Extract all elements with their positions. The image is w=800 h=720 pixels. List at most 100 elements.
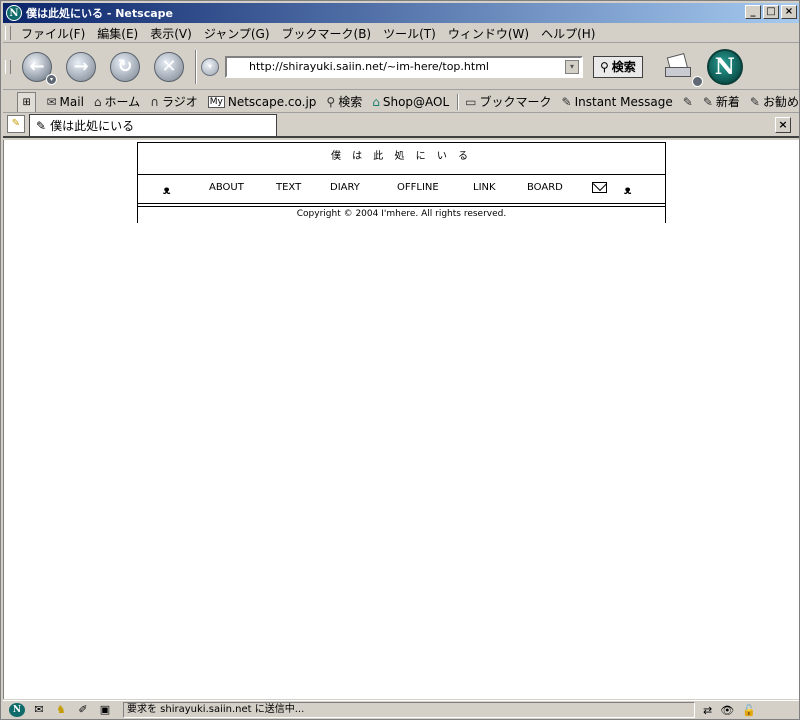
site-frame: 僕 は 此 処 に い る ᴥ ABOUT TEXT DIARY OFFLINE…: [137, 142, 666, 223]
bookmark-folder-icon: ▭: [465, 94, 477, 109]
back-dropdown-icon[interactable]: ▾: [46, 73, 57, 85]
title-bar: N 僕は此処にいる - Netscape _ □ ×: [3, 3, 799, 23]
url-bar[interactable]: ▾: [225, 55, 583, 78]
bat-icon: ᴥ: [624, 183, 632, 197]
toolbar-grip[interactable]: [5, 59, 11, 74]
radio-icon: ∩: [150, 94, 159, 109]
print-button[interactable]: [664, 52, 703, 87]
close-button[interactable]: ×: [781, 5, 797, 19]
browser-window: N 僕は此処にいる - Netscape _ □ × ファイル(F) 編集(E)…: [0, 0, 800, 720]
reload-icon: ↻: [117, 56, 133, 77]
personal-toolbar: ⊞ ✉ Mail ⌂ ホーム ∩ ラジオ My Netscape.co.jp ⚲…: [3, 91, 799, 113]
pers-item-label: 検索: [338, 95, 363, 109]
nav-offline[interactable]: OFFLINE: [397, 182, 439, 193]
link-icon: ✎: [682, 94, 693, 109]
forward-button[interactable]: →: [66, 51, 96, 82]
forward-arrow-icon: →: [73, 56, 89, 77]
mail-icon: ✉: [46, 94, 57, 109]
toolbar-grip[interactable]: [5, 26, 11, 40]
menu-go[interactable]: ジャンプ(G): [198, 25, 276, 42]
netscape-status-icon[interactable]: N: [9, 703, 25, 717]
close-tab-button[interactable]: ×: [775, 117, 791, 133]
pers-item-label: Mail: [59, 94, 84, 109]
back-arrow-icon: ←: [29, 56, 45, 77]
back-button[interactable]: ← ▾: [22, 51, 57, 85]
pers-item-recommend[interactable]: ✎ お勧め: [750, 93, 799, 110]
link-icon: ✎: [702, 94, 713, 109]
pers-item-label: ブックマーク: [479, 95, 552, 109]
netscape-icon: N: [6, 5, 22, 21]
address-book-icon[interactable]: ▣: [97, 703, 113, 717]
online-status-icon[interactable]: ⇄: [703, 704, 712, 717]
history-dropdown-icon[interactable]: ▾: [201, 57, 219, 76]
menu-bookmarks[interactable]: ブックマーク(B): [276, 25, 378, 42]
sidebar-toggle-icon[interactable]: ⊞: [17, 91, 37, 112]
menu-view[interactable]: 表示(V): [144, 25, 198, 42]
pers-item-radio[interactable]: ∩ ラジオ: [150, 93, 198, 110]
minimize-button[interactable]: _: [745, 5, 761, 19]
privacy-icon[interactable]: 👁: [720, 704, 734, 717]
magnifier-icon: ⚲: [600, 59, 609, 74]
netscape-logo-icon[interactable]: N: [706, 48, 743, 85]
security-lock-icon[interactable]: 🔓: [742, 704, 756, 717]
site-nav: ᴥ ABOUT TEXT DIARY OFFLINE LINK BOARD ᴥ: [138, 176, 665, 204]
page-icon: ✎: [36, 118, 47, 133]
search-button[interactable]: ⚲ 検索: [593, 55, 643, 78]
pers-item-label: Shop@AOL: [382, 94, 450, 109]
status-text: 要求を shirayuki.saiin.net に送信中...: [123, 702, 695, 718]
site-title: 僕 は 此 処 に い る: [138, 143, 665, 175]
menu-help[interactable]: ヘルプ(H): [535, 25, 601, 42]
pers-item-home[interactable]: ⌂ ホーム: [94, 93, 140, 110]
divider: [138, 206, 665, 207]
pers-item-search[interactable]: ⚲ 検索: [326, 93, 362, 110]
copyright-text: Copyright © 2004 I'mhere. All rights res…: [296, 209, 507, 219]
printer-icon: [664, 66, 691, 77]
home-icon: ⌂: [93, 94, 102, 109]
navigation-toolbar: ← ▾ → ↻ ✕ ▾ ▾ ⚲ 検索 N: [3, 44, 799, 90]
pers-item-mail[interactable]: ✉ Mail: [46, 95, 83, 109]
nav-link[interactable]: LINK: [473, 182, 496, 193]
pers-item-new[interactable]: ✎ 新着: [703, 93, 740, 110]
shop-icon: ⌂: [372, 94, 380, 109]
pers-item-netscape[interactable]: My Netscape.co.jp: [207, 94, 317, 109]
stop-button[interactable]: ✕: [154, 51, 184, 82]
reload-button[interactable]: ↻: [110, 51, 140, 82]
nav-text[interactable]: TEXT: [276, 182, 301, 193]
mail-icon[interactable]: ✉: [31, 703, 47, 717]
pers-item-bookmarks[interactable]: ▭ ブックマーク: [465, 93, 551, 110]
bat-icon: ᴥ: [163, 183, 171, 197]
tab-title: 僕は此処にいる: [50, 119, 135, 133]
menu-edit[interactable]: 編集(E): [91, 25, 144, 42]
print-dropdown-icon[interactable]: [691, 75, 703, 87]
mail-envelope-icon[interactable]: [592, 182, 607, 193]
browser-tab[interactable]: ✎ 僕は此処にいる: [29, 114, 277, 136]
menu-bar: ファイル(F) 編集(E) 表示(V) ジャンプ(G) ブックマーク(B) ツー…: [3, 24, 799, 43]
window-title: 僕は此処にいる - Netscape: [26, 7, 173, 20]
url-dropdown-icon[interactable]: ▾: [565, 59, 579, 74]
pers-item-label: お勧め: [762, 95, 799, 109]
search-button-label: 検索: [611, 60, 636, 74]
menu-file[interactable]: ファイル(F): [15, 25, 91, 42]
nav-about[interactable]: ABOUT: [209, 182, 244, 193]
nav-board[interactable]: BOARD: [527, 182, 563, 193]
link-icon: ✎: [561, 94, 572, 109]
maximize-button[interactable]: □: [763, 5, 779, 19]
tab-bar: ✎ ✎ 僕は此処にいる ×: [3, 114, 799, 138]
pers-item-label: ホーム: [104, 95, 141, 109]
pers-item-instant-message[interactable]: ✎ Instant Message: [562, 95, 673, 109]
pers-item-link[interactable]: ✎: [683, 95, 693, 109]
page-content: 僕 は 此 処 に い る ᴥ ABOUT TEXT DIARY OFFLINE…: [3, 140, 799, 699]
menu-window[interactable]: ウィンドウ(W): [442, 25, 535, 42]
nav-diary[interactable]: DIARY: [330, 182, 360, 193]
pers-item-label: Netscape.co.jp: [227, 94, 317, 109]
new-tab-icon[interactable]: ✎: [7, 115, 25, 133]
link-icon: ✎: [749, 94, 760, 109]
pers-item-shop[interactable]: ⌂ Shop@AOL: [372, 95, 449, 109]
pers-item-label: 新着: [715, 95, 740, 109]
my-netscape-icon: My: [207, 95, 225, 108]
menu-tools[interactable]: ツール(T): [377, 25, 442, 42]
aim-icon[interactable]: ♞: [53, 703, 69, 717]
toolbar-separator: [195, 49, 197, 84]
composer-icon[interactable]: ✐: [75, 703, 91, 717]
url-input[interactable]: [227, 58, 557, 75]
